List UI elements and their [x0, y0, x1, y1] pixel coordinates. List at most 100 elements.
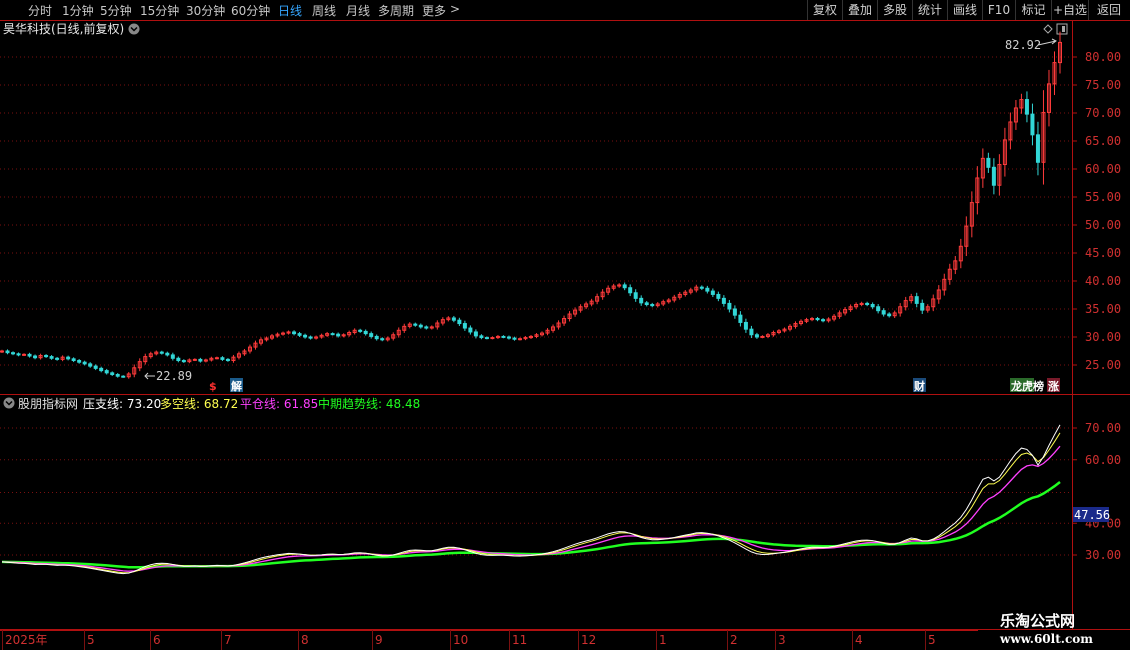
title-dropdown-icon[interactable]	[128, 23, 140, 35]
candle-body	[27, 353, 32, 357]
time-axis-label: 9	[375, 633, 383, 647]
candle-body	[374, 335, 379, 340]
price-tick-label: 75.00	[1085, 78, 1121, 92]
time-axis-label: 7	[224, 633, 232, 647]
period-tab[interactable]: 日线	[278, 2, 302, 19]
period-tab[interactable]: 60分钟	[231, 2, 270, 19]
candle-body	[22, 353, 27, 356]
current-value-label: 47.56	[1074, 508, 1110, 522]
time-axis-label: 10	[453, 633, 468, 647]
candle-body	[490, 337, 495, 340]
period-toolbar: 分时 1分钟 5分钟 15分钟 30分钟 60分钟 日线 周线 月线 多周期 更多 > 复权 叠加 多股 统计…	[0, 0, 1130, 20]
candle-body	[821, 319, 826, 322]
candle-body	[865, 302, 870, 306]
price-tick-label: 60.00	[1085, 162, 1121, 176]
price-tick-label: 65.00	[1085, 134, 1121, 148]
period-tab[interactable]: 30分钟	[186, 2, 225, 19]
price-tick-label: 45.00	[1085, 246, 1121, 260]
candle-body	[418, 324, 423, 328]
toolbar-button[interactable]: 统计	[912, 0, 947, 20]
price-tick-label: 55.00	[1085, 190, 1121, 204]
low-price-label: 22.89	[156, 369, 192, 383]
toolbar-button[interactable]: 多股	[877, 0, 912, 20]
time-axis-label: 4	[855, 633, 863, 647]
candle-body	[484, 337, 489, 340]
period-tab[interactable]: 5分钟	[100, 2, 132, 19]
candle-body	[760, 335, 765, 338]
time-axis-label: 6	[153, 633, 161, 647]
indicator-series-line	[1, 432, 1061, 574]
toolbar-button[interactable]: 叠加	[842, 0, 877, 20]
diamond-icon[interactable]	[1043, 24, 1053, 34]
event-marker[interactable]: 涨	[1048, 379, 1059, 393]
candle-body	[16, 353, 21, 356]
time-axis-label: 8	[301, 633, 309, 647]
period-tab[interactable]: 更多	[422, 2, 446, 19]
candle-body	[225, 358, 230, 362]
candle-body	[165, 352, 170, 356]
event-marker[interactable]: 龙虎榜	[1010, 379, 1044, 393]
time-axis-bg	[0, 630, 1130, 650]
candle-body	[308, 336, 313, 339]
more-chevron-icon[interactable]: >	[450, 2, 460, 16]
indicator-series-line	[1, 445, 1061, 572]
candle-body	[639, 297, 644, 304]
price-tick-label: 30.00	[1085, 330, 1121, 344]
candle-body	[716, 293, 721, 299]
time-axis: 2025年 5 6 7 8 9 10 11 12 1 2 3 4 5	[0, 630, 1130, 650]
candle-body	[336, 333, 341, 337]
period-tab[interactable]: 月线	[346, 2, 370, 19]
candle-body	[170, 354, 175, 359]
candle-body	[292, 331, 297, 335]
candle-body	[110, 372, 115, 376]
period-tab[interactable]: 周线	[312, 2, 336, 19]
time-axis-label: 1	[659, 633, 667, 647]
candle-body	[297, 333, 302, 336]
watermark-url: www.60lt.com	[1000, 632, 1093, 646]
candle-body	[644, 302, 649, 306]
period-tab[interactable]: 15分钟	[140, 2, 179, 19]
candle-body	[991, 166, 996, 186]
event-marker[interactable]: 解	[231, 379, 242, 393]
toolbar-button[interactable]: 返回	[1088, 0, 1129, 20]
candle-body	[727, 302, 732, 310]
candle-body	[192, 358, 197, 361]
candle-body	[650, 304, 655, 307]
candle-body	[986, 157, 991, 168]
candle-body	[506, 336, 511, 339]
period-tab[interactable]: 分时	[28, 2, 52, 19]
toolbar-button[interactable]: 标记	[1015, 0, 1051, 20]
indicator-dropdown-icon[interactable]	[3, 397, 15, 409]
time-axis-label: 2	[730, 633, 738, 647]
toolbar-button[interactable]: 复权	[807, 0, 842, 20]
candle-body	[887, 313, 892, 317]
candle-body	[479, 335, 484, 339]
time-axis-label: 12	[581, 633, 596, 647]
candle-body	[628, 287, 633, 294]
candle-body	[1030, 113, 1035, 136]
candle-body	[881, 310, 886, 315]
price-chart[interactable]: 80.00 75.00 70.00 65.00 60.00 55.00 50.00 45.00…	[0, 20, 1130, 395]
period-tab[interactable]: 1分钟	[62, 2, 94, 19]
toolbar-button[interactable]: +自选	[1051, 0, 1088, 20]
low-arrow-icon	[144, 372, 155, 380]
candle-body	[99, 367, 104, 372]
stock-title: 昊华科技(日线,前复权)	[3, 21, 124, 36]
candle-body	[424, 326, 429, 329]
candle-body	[870, 304, 875, 308]
price-tick-label: 35.00	[1085, 302, 1121, 316]
indicator-legend-item: 压支线: 73.20	[83, 397, 161, 411]
event-marker[interactable]: 财	[913, 379, 925, 393]
candle-body	[0, 350, 4, 353]
toolbar-button[interactable]: F10	[982, 0, 1015, 20]
toolbar-button[interactable]: 画线	[947, 0, 982, 20]
period-tab[interactable]: 多周期	[378, 2, 414, 19]
candle-body	[71, 358, 76, 362]
time-axis-label: 3	[778, 633, 786, 647]
candle-body	[121, 375, 126, 378]
indicator-chart[interactable]: 70.0060.0040.0030.0047.56股朋指标网 压支线: 73.20…	[0, 395, 1130, 630]
candle-body	[33, 355, 38, 359]
event-marker[interactable]: $	[209, 380, 217, 393]
price-tick-label: 40.00	[1085, 274, 1121, 288]
candle-body	[358, 329, 363, 332]
